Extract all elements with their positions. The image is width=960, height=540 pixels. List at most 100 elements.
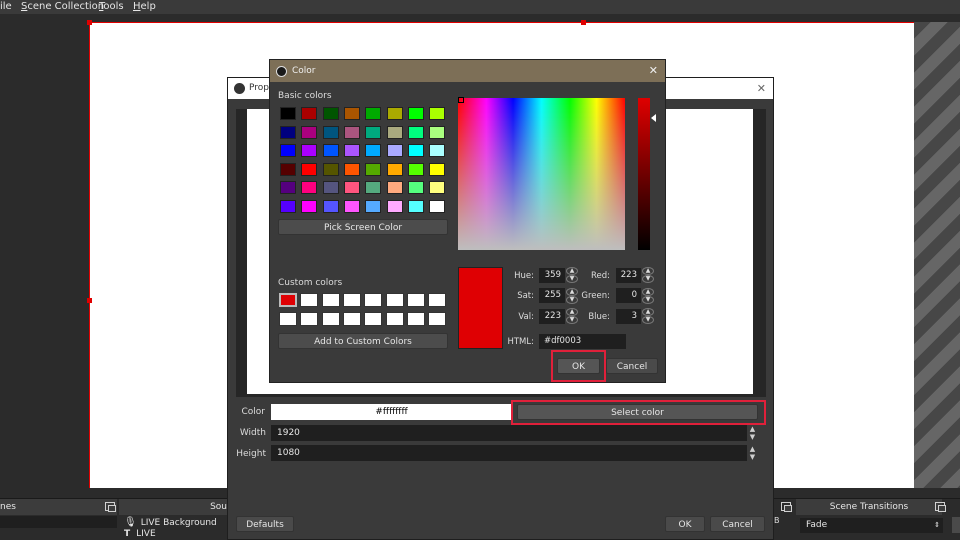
- basic-color-swatch[interactable]: [343, 199, 360, 213]
- custom-color-swatch[interactable]: [406, 312, 425, 326]
- custom-color-swatch[interactable]: [279, 312, 297, 326]
- chevron-up-icon[interactable]: ▲: [566, 308, 578, 316]
- blue-stepper[interactable]: ▲ ▼: [642, 308, 654, 324]
- basic-color-swatch[interactable]: [429, 199, 446, 213]
- menu-help[interactable]: Help: [133, 1, 156, 12]
- luminance-slider[interactable]: [638, 98, 650, 250]
- dock-edge-button[interactable]: [952, 517, 960, 533]
- val-stepper[interactable]: ▲ ▼: [566, 308, 578, 324]
- chevron-up-icon[interactable]: ▲: [642, 288, 654, 296]
- basic-color-swatch[interactable]: [386, 125, 403, 139]
- height-field[interactable]: 1080: [271, 445, 747, 461]
- cancel-button[interactable]: Cancel: [710, 516, 765, 532]
- basic-color-swatch[interactable]: [429, 162, 446, 176]
- luminance-arrow-icon[interactable]: [651, 114, 656, 122]
- transform-handle-top-center[interactable]: [581, 20, 586, 25]
- undock-icon[interactable]: [105, 502, 116, 512]
- custom-color-swatch[interactable]: [300, 312, 319, 326]
- basic-color-swatch[interactable]: [365, 144, 382, 157]
- transform-handle-top-left[interactable]: [87, 20, 92, 25]
- custom-color-swatch[interactable]: [428, 312, 447, 326]
- val-field[interactable]: 223: [539, 309, 565, 324]
- add-to-custom-colors-button[interactable]: Add to Custom Colors: [278, 333, 448, 349]
- basic-color-swatch[interactable]: [301, 181, 318, 194]
- basic-color-swatch[interactable]: [365, 181, 382, 194]
- basic-color-swatch[interactable]: [386, 199, 403, 213]
- basic-color-swatch[interactable]: [407, 144, 424, 157]
- custom-color-swatch[interactable]: [300, 293, 319, 307]
- basic-color-swatch[interactable]: [322, 199, 339, 213]
- color-spectrum[interactable]: [458, 98, 625, 250]
- close-icon[interactable]: ✕: [649, 60, 658, 82]
- basic-color-swatch[interactable]: [429, 181, 446, 194]
- green-stepper[interactable]: ▲ ▼: [642, 288, 654, 304]
- basic-color-swatch[interactable]: [386, 162, 403, 176]
- chevron-down-icon[interactable]: ▼: [566, 316, 578, 324]
- source-item-live[interactable]: T LIVE: [124, 529, 156, 539]
- green-field[interactable]: 0: [616, 288, 641, 303]
- custom-color-swatch[interactable]: [428, 293, 447, 307]
- chevron-down-icon[interactable]: ▼: [566, 275, 578, 283]
- color-cancel-button[interactable]: Cancel: [606, 358, 658, 374]
- basic-color-swatch[interactable]: [386, 181, 403, 194]
- chevron-up-icon[interactable]: ▲: [566, 288, 578, 296]
- basic-color-swatch[interactable]: [301, 125, 318, 139]
- red-stepper[interactable]: ▲ ▼: [642, 267, 654, 283]
- menu-scene-collection[interactable]: Scene Collection: [21, 1, 104, 12]
- custom-color-swatch[interactable]: [321, 293, 340, 307]
- basic-color-swatch[interactable]: [301, 162, 318, 176]
- transition-select[interactable]: Fade ⇕: [800, 518, 943, 533]
- basic-color-swatch[interactable]: [365, 125, 382, 139]
- basic-color-swatch[interactable]: [280, 199, 296, 213]
- chevron-down-icon[interactable]: ▼: [747, 433, 758, 441]
- chevron-up-icon[interactable]: ▲: [642, 308, 654, 316]
- custom-color-swatch[interactable]: [321, 312, 340, 326]
- pick-screen-color-button[interactable]: Pick Screen Color: [278, 219, 448, 235]
- basic-color-swatch[interactable]: [280, 181, 296, 194]
- basic-color-swatch[interactable]: [365, 107, 382, 120]
- custom-color-swatch[interactable]: [342, 293, 361, 307]
- basic-color-swatch[interactable]: [322, 181, 339, 194]
- basic-color-swatch[interactable]: [429, 125, 446, 139]
- basic-color-swatch[interactable]: [365, 199, 382, 213]
- defaults-button[interactable]: Defaults: [236, 516, 294, 532]
- basic-color-swatch[interactable]: [343, 162, 360, 176]
- source-item-live-background[interactable]: 🎙 LIVE Background: [124, 517, 217, 528]
- custom-color-swatch[interactable]: [385, 293, 404, 307]
- undock-icon[interactable]: [781, 502, 792, 512]
- chevron-down-icon[interactable]: ▼: [747, 453, 758, 461]
- chevron-up-icon[interactable]: ▲: [642, 267, 654, 275]
- basic-color-swatch[interactable]: [280, 107, 296, 120]
- basic-color-swatch[interactable]: [280, 162, 296, 176]
- blue-field[interactable]: 3: [616, 309, 641, 324]
- basic-color-swatch[interactable]: [280, 125, 296, 139]
- close-icon[interactable]: ✕: [757, 78, 766, 99]
- custom-color-swatch[interactable]: [279, 293, 297, 307]
- basic-color-swatch[interactable]: [429, 144, 446, 157]
- basic-color-swatch[interactable]: [322, 162, 339, 176]
- transform-handle-middle-left[interactable]: [87, 298, 92, 303]
- basic-color-swatch[interactable]: [407, 181, 424, 194]
- basic-color-swatch[interactable]: [301, 107, 318, 120]
- chevron-down-icon[interactable]: ▼: [642, 316, 654, 324]
- spectrum-crosshair[interactable]: [458, 97, 464, 103]
- chevron-up-icon[interactable]: ▲: [566, 267, 578, 275]
- scene-list-item[interactable]: [0, 516, 117, 528]
- basic-color-swatch[interactable]: [301, 144, 318, 157]
- menu-tools[interactable]: Tools: [99, 1, 124, 12]
- width-stepper[interactable]: ▲ ▼: [747, 425, 758, 441]
- chevron-down-icon[interactable]: ▼: [642, 296, 654, 304]
- basic-color-swatch[interactable]: [343, 144, 360, 157]
- custom-color-swatch[interactable]: [364, 293, 383, 307]
- custom-color-swatch[interactable]: [364, 312, 383, 326]
- sat-field[interactable]: 255: [539, 288, 565, 303]
- chevron-up-icon[interactable]: ▲: [747, 445, 758, 453]
- basic-color-swatch[interactable]: [365, 162, 382, 176]
- basic-color-swatch[interactable]: [322, 125, 339, 139]
- ok-button[interactable]: OK: [665, 516, 705, 532]
- height-stepper[interactable]: ▲ ▼: [747, 445, 758, 461]
- hue-stepper[interactable]: ▲ ▼: [566, 267, 578, 283]
- basic-color-swatch[interactable]: [407, 107, 424, 120]
- basic-color-swatch[interactable]: [280, 144, 296, 157]
- basic-color-swatch[interactable]: [301, 199, 318, 213]
